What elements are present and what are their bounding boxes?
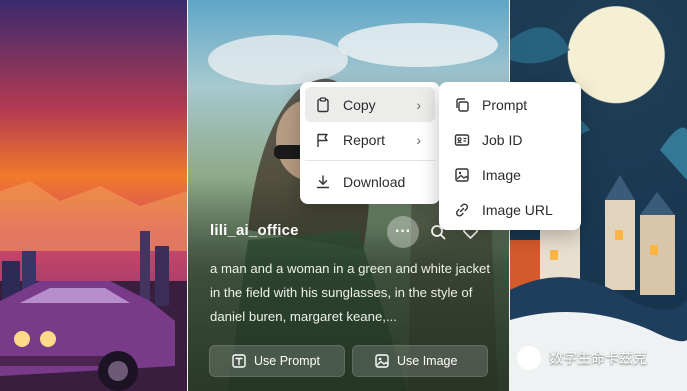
watermark: 数字生命卡兹克 <box>517 346 647 370</box>
more-options-menu: Copy › Report › Download <box>300 82 440 204</box>
copy-submenu: Prompt Job ID Image Image URL <box>439 82 581 230</box>
menu-item-download[interactable]: Download <box>305 164 435 199</box>
clipboard-icon <box>317 96 329 112</box>
submenu-item-label: Prompt <box>482 96 528 113</box>
download-icon <box>316 174 330 188</box>
menu-divider <box>305 160 435 161</box>
menu-item-copy[interactable]: Copy › <box>305 87 435 122</box>
submenu-item-job-id[interactable]: Job ID <box>444 122 576 157</box>
copy-icon <box>456 97 469 112</box>
wechat-logo-icon <box>517 346 541 370</box>
watermark-text: 数字生命卡兹克 <box>549 350 647 366</box>
username[interactable]: lili_ai_office <box>210 222 299 239</box>
use-prompt-label: Use Prompt <box>254 354 320 368</box>
submenu-item-image[interactable]: Image <box>444 157 576 192</box>
submenu-item-image-url[interactable]: Image URL <box>444 192 576 227</box>
image-icon <box>455 167 469 182</box>
submenu-item-label: Job ID <box>482 131 523 148</box>
use-prompt-button[interactable]: Use Prompt <box>209 345 345 377</box>
car-artwork <box>0 181 188 391</box>
more-icon: ··· <box>395 223 411 240</box>
more-options-button[interactable]: ··· <box>387 216 419 248</box>
text-box-icon <box>232 354 246 368</box>
menu-item-report[interactable]: Report › <box>305 122 435 157</box>
submenu-item-prompt[interactable]: Prompt <box>444 87 576 122</box>
menu-item-label: Report <box>343 131 386 148</box>
submenu-item-label: Image <box>482 166 521 183</box>
chevron-right-icon: › <box>416 96 421 113</box>
gallery-image-car-sunset[interactable] <box>0 0 188 391</box>
id-card-icon <box>454 133 470 146</box>
use-image-button[interactable]: Use Image <box>352 345 488 377</box>
link-icon <box>455 202 469 217</box>
flag-icon <box>317 133 328 147</box>
chevron-right-icon: › <box>416 131 421 148</box>
submenu-item-label: Image URL <box>482 201 553 218</box>
use-image-label: Use Image <box>397 354 458 368</box>
prompt-description: a man and a woman in a green and white j… <box>210 261 491 324</box>
menu-item-label: Download <box>343 173 406 190</box>
image-icon <box>375 354 389 368</box>
menu-item-label: Copy <box>343 96 376 113</box>
